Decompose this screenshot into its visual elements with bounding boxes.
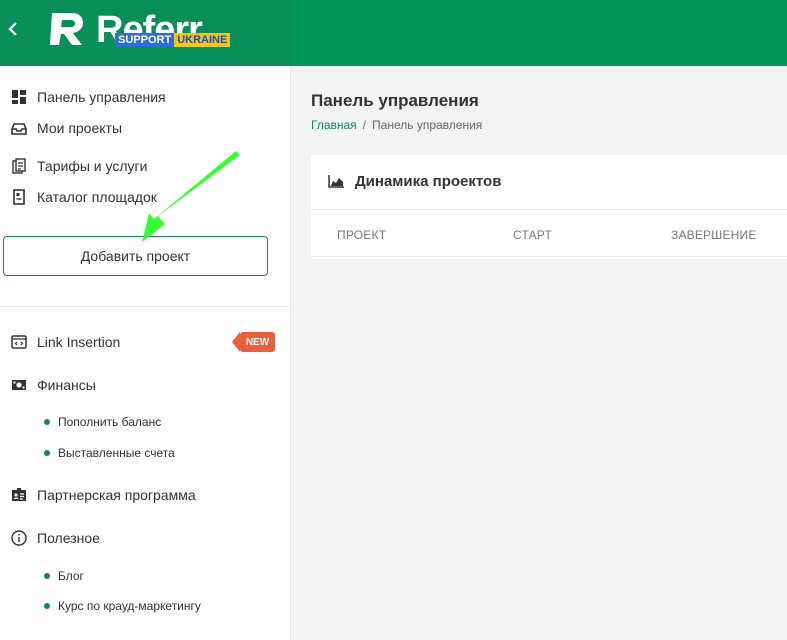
- card-header: Динамика проектов: [311, 155, 787, 210]
- catalog-icon: [11, 189, 27, 205]
- sidebar-item-finance[interactable]: Финансы: [11, 375, 96, 395]
- sidebar-item-label: Финансы: [37, 377, 96, 393]
- logo-area: Referr SUPPORT UKRAINE: [0, 0, 291, 66]
- area-chart-icon: [328, 175, 344, 188]
- bullet-dot-icon: [44, 603, 50, 609]
- sidebar-subitem-blog[interactable]: Блог: [44, 568, 84, 584]
- sidebar-item-link-insertion[interactable]: Link Insertion: [11, 332, 120, 352]
- sidebar-subitem-crowd-marketing-course[interactable]: Курс по крауд-маркетингу: [44, 598, 201, 614]
- breadcrumb: Главная / Панель управления: [311, 118, 482, 132]
- bullet-dot-icon: [44, 419, 50, 425]
- inbox-icon: [11, 120, 27, 136]
- bullet-dot-icon: [44, 573, 50, 579]
- dashboard-icon: [11, 89, 27, 105]
- sidebar-subitem-label: Курс по крауд-маркетингу: [58, 599, 201, 613]
- sidebar-item-dashboard[interactable]: Панель управления: [11, 87, 166, 107]
- breadcrumb-home-link[interactable]: Главная: [311, 118, 357, 132]
- sidebar: Панель управления Мои проекты Тарифы и у…: [0, 66, 291, 640]
- breadcrumb-current: Панель управления: [372, 118, 483, 132]
- column-header-project[interactable]: ПРОЕКТ: [337, 228, 386, 242]
- sidebar-item-partner-program[interactable]: Партнерская программа: [11, 485, 196, 505]
- page-title: Панель управления: [311, 91, 479, 110]
- logo-mark-icon: [50, 13, 83, 45]
- column-header-end[interactable]: ЗАВЕРШЕНИЕ: [671, 228, 757, 242]
- sidebar-item-label: Мои проекты: [37, 120, 123, 136]
- projects-dynamics-card: Динамика проектов ПРОЕКТ СТАРТ ЗАВЕРШЕНИ…: [311, 155, 787, 259]
- sidebar-item-catalog[interactable]: Каталог площадок: [11, 187, 157, 207]
- sidebar-item-label: Link Insertion: [37, 334, 121, 350]
- sidebar-item-useful[interactable]: Полезное: [11, 528, 100, 548]
- main-content: Панель управления Главная / Панель управ…: [291, 66, 787, 640]
- sidebar-item-tariffs[interactable]: Тарифы и услуги: [11, 156, 147, 176]
- sidebar-subitem-label: Выставленные счета: [58, 446, 175, 460]
- top-bar: Referr SUPPORT UKRAINE: [0, 0, 787, 66]
- sidebar-subitem-top-up-balance[interactable]: Пополнить баланс: [44, 414, 161, 430]
- money-icon: [11, 377, 27, 393]
- table-header: ПРОЕКТ СТАРТ ЗАВЕРШЕНИЕ: [311, 211, 787, 257]
- sidebar-subitem-label: Блог: [58, 569, 84, 583]
- id-card-icon: [11, 487, 27, 503]
- sidebar-item-label: Тарифы и услуги: [37, 158, 148, 174]
- badge-support: SUPPORT: [115, 33, 175, 47]
- chevron-left-icon[interactable]: [4, 18, 22, 40]
- sidebar-subitem-label: Пополнить баланс: [58, 415, 162, 429]
- sidebar-item-label: Партнерская программа: [37, 487, 196, 503]
- sidebar-item-my-projects[interactable]: Мои проекты: [11, 118, 122, 138]
- sidebar-item-label: Панель управления: [37, 89, 166, 105]
- breadcrumb-separator: /: [362, 118, 367, 132]
- support-ukraine-badge: SUPPORT UKRAINE: [115, 33, 231, 47]
- column-header-start[interactable]: СТАРТ: [513, 228, 552, 242]
- code-window-icon: [11, 334, 27, 350]
- bullet-dot-icon: [44, 450, 50, 456]
- sidebar-subitem-invoices[interactable]: Выставленные счета: [44, 445, 175, 461]
- card-title: Динамика проектов: [355, 173, 502, 190]
- sidebar-divider: [0, 306, 290, 307]
- add-project-button[interactable]: Добавить проект: [3, 236, 268, 276]
- new-badge: NEW: [232, 332, 275, 352]
- price-list-icon: [11, 158, 27, 174]
- sidebar-item-label: Полезное: [37, 530, 100, 546]
- logo[interactable]: Referr SUPPORT UKRAINE: [48, 9, 248, 51]
- badge-ukraine: UKRAINE: [174, 33, 231, 47]
- info-icon: [11, 530, 27, 546]
- sidebar-item-label: Каталог площадок: [37, 189, 157, 205]
